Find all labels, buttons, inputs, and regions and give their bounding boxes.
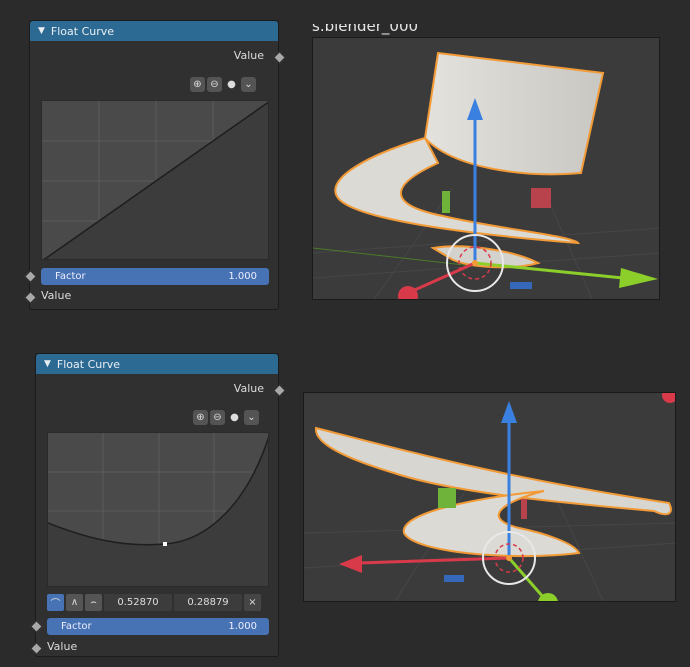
input-label: Value [47, 640, 78, 653]
gizmo-x-marker [521, 499, 527, 519]
cylinder-mesh[interactable] [423, 51, 605, 176]
viewport-bottom[interactable] [303, 392, 676, 602]
curve-editor[interactable] [47, 432, 269, 587]
output-socket[interactable] [273, 384, 286, 397]
zoom-in-icon[interactable]: ⊕ [190, 77, 205, 92]
selected-curve-point[interactable] [163, 542, 167, 546]
curve-graph[interactable] [48, 433, 269, 587]
viewport-scene[interactable] [313, 38, 660, 300]
factor-value: 1.000 [228, 621, 257, 632]
output-label: Value [233, 382, 264, 395]
factor-label: Factor [61, 621, 92, 632]
factor-field[interactable]: Factor 1.000 [41, 268, 269, 285]
node-header[interactable]: ▼ Float Curve [36, 354, 278, 374]
curve-toolbar: ⊕ ⊖ ● ⌄ [193, 410, 259, 425]
auto-clamped-handle-icon[interactable]: ⌒ [47, 594, 64, 611]
gizmo-y-marker [438, 488, 456, 508]
chevron-down-icon[interactable]: ⌄ [244, 410, 259, 425]
auto-handle-icon[interactable]: ⌢ [85, 594, 102, 611]
zoom-out-icon[interactable]: ⊖ [207, 77, 222, 92]
chevron-down-icon[interactable]: ▼ [38, 26, 45, 36]
gizmo-z-marker [510, 282, 532, 289]
curve-toolbar: ⊕ ⊖ ● ⌄ [190, 77, 256, 92]
float-curve-node-top[interactable]: ▼ Float Curve Value ⊕ ⊖ ● ⌄ Factor 1.000… [24, 20, 286, 310]
vector-handle-icon[interactable]: ∧ [66, 594, 83, 611]
point-x-field[interactable]: 0.52870 [104, 594, 172, 611]
dot-icon[interactable]: ● [227, 410, 242, 425]
chevron-down-icon[interactable]: ⌄ [241, 77, 256, 92]
viewport-title-cut: s.blender_000 [312, 24, 419, 35]
input-socket-value[interactable] [24, 291, 37, 304]
float-curve-node-bottom[interactable]: ▼ Float Curve Value ⊕ ⊖ ● ⌄ ⌒ ∧ ⌢ 0.5287… [30, 353, 286, 657]
delete-point-icon[interactable]: × [244, 594, 261, 611]
zoom-out-icon[interactable]: ⊖ [210, 410, 225, 425]
node-title: Float Curve [56, 357, 121, 371]
input-socket-factor[interactable] [30, 620, 43, 633]
node-header[interactable]: ▼ Float Curve [30, 21, 278, 41]
input-socket-value[interactable] [30, 642, 43, 655]
axis-y-arrow[interactable] [474, 261, 624, 280]
output-label: Value [233, 49, 264, 62]
gizmo-x-marker [531, 188, 551, 208]
curve-graph[interactable] [42, 101, 269, 260]
node-title: Float Curve [50, 24, 115, 38]
gizmo-y-marker [442, 191, 450, 213]
curve-editor[interactable] [41, 100, 269, 260]
factor-label: Factor [55, 271, 86, 282]
point-controls: ⌒ ∧ ⌢ 0.52870 0.28879 × [47, 594, 269, 611]
point-y-field[interactable]: 0.28879 [174, 594, 242, 611]
viewport-top[interactable] [312, 37, 660, 300]
input-label: Value [41, 289, 72, 302]
gizmo-z-marker [444, 575, 464, 582]
dot-icon[interactable]: ● [224, 77, 239, 92]
chevron-down-icon[interactable]: ▼ [44, 359, 51, 369]
factor-field[interactable]: Factor 1.000 [47, 618, 269, 635]
zoom-in-icon[interactable]: ⊕ [193, 410, 208, 425]
viewport-scene[interactable] [304, 393, 676, 602]
input-socket-factor[interactable] [24, 270, 37, 283]
axis-x-arrow[interactable] [358, 556, 510, 565]
output-socket[interactable] [273, 51, 286, 64]
factor-value: 1.000 [228, 271, 257, 282]
